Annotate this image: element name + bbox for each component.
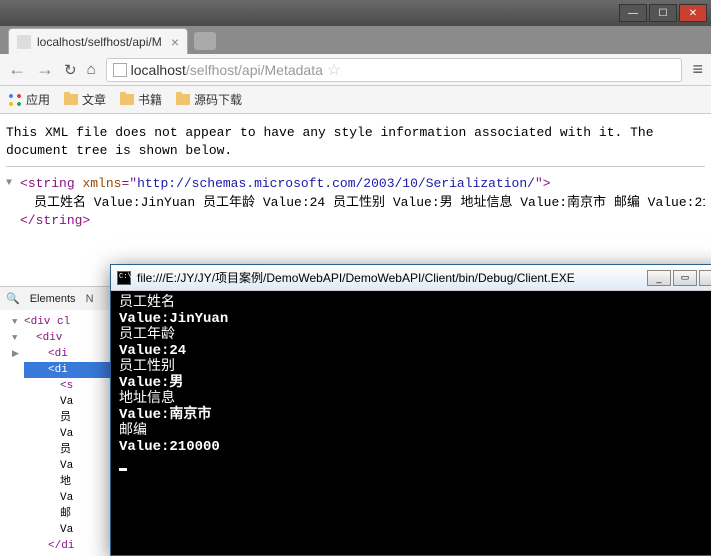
browser-tab[interactable]: localhost/selfhost/api/M × [8,28,188,54]
new-tab-button[interactable] [194,32,216,50]
url-host: localhost [131,62,186,78]
console-output: 员工姓名 Value:JinYuan 员工年龄 Value:24 员工性别 Va… [111,291,711,555]
home-button[interactable]: ⌂ [87,61,96,78]
forward-button[interactable]: → [36,59,54,80]
xml-collapse-toggle[interactable]: ▼ [6,177,12,191]
url-path: /selfhost/api/Metadata [186,62,323,78]
xml-text-content: 员工姓名 Value:JinYuan 员工年龄 Value:24 员工性别 Va… [20,194,705,212]
devtools-elements-tab[interactable]: Elements [30,293,76,305]
tab-title: localhost/selfhost/api/M [37,35,165,49]
folder-icon [64,94,78,105]
console-app-icon [117,271,131,285]
window-minimize-button[interactable]: — [619,4,647,22]
window-maximize-button[interactable]: ☐ [649,4,677,22]
folder-icon [120,94,134,105]
divider [6,166,705,167]
menu-button[interactable]: ≡ [692,59,703,80]
back-button[interactable]: ← [8,59,26,80]
address-bar[interactable]: localhost/selfhost/api/Metadata ☆ [106,58,683,82]
devtools-n-tab[interactable]: N [86,293,94,305]
bookmark-folder[interactable]: 文章 [64,91,106,108]
browser-toolbar: ← → ↻ ⌂ localhost/selfhost/api/Metadata … [0,54,711,86]
apps-button[interactable]: 应用 [8,91,50,108]
bookmark-folder[interactable]: 源码下载 [176,91,242,108]
bookmark-label: 文章 [82,91,106,108]
reload-button[interactable]: ↻ [64,61,77,79]
apps-icon [8,93,22,107]
xml-tree: ▼ <string xmlns="http://schemas.microsof… [6,175,705,230]
xml-notice-text: This XML file does not appear to have an… [6,124,705,160]
console-window: file:///E:/JY/JY/项目案例/DemoWebAPI/DemoWeb… [110,264,711,556]
console-title-text: file:///E:/JY/JY/项目案例/DemoWebAPI/DemoWeb… [137,269,641,286]
window-close-button[interactable]: ✕ [679,4,707,22]
tab-close-button[interactable]: × [171,34,179,50]
favicon-icon [17,35,31,49]
window-titlebar: — ☐ ✕ [0,0,711,26]
devtools-search-icon[interactable]: 🔍 [6,292,20,305]
folder-icon [176,94,190,105]
bookmarks-bar: 应用 文章 书籍 源码下载 [0,86,711,114]
console-cursor [119,468,127,471]
bookmark-folder[interactable]: 书籍 [120,91,162,108]
console-maximize-button[interactable]: ▭ [673,270,697,286]
xml-open-tag: <string xmlns="http://schemas.microsoft.… [20,176,551,191]
page-content: This XML file does not appear to have an… [0,114,711,240]
bookmark-label: 书籍 [138,91,162,108]
bookmark-label: 源码下载 [194,91,242,108]
tab-strip: localhost/selfhost/api/M × [0,26,711,54]
console-close-button[interactable] [699,270,711,286]
console-titlebar[interactable]: file:///E:/JY/JY/项目案例/DemoWebAPI/DemoWeb… [111,265,711,291]
page-icon [113,63,127,77]
console-minimize-button[interactable]: _ [647,270,671,286]
bookmark-star-button[interactable]: ☆ [327,60,341,80]
xml-close-tag: </string> [20,213,90,228]
apps-label: 应用 [26,91,50,108]
